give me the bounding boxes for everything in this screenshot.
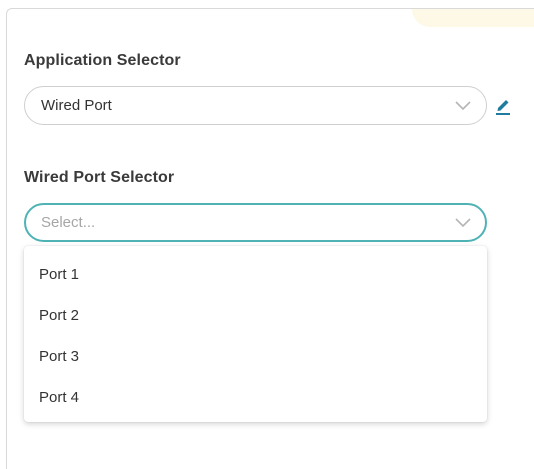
pencil-edit-icon[interactable] — [494, 95, 512, 115]
wired-port-selector[interactable]: Select... — [24, 203, 487, 242]
wired-port-dropdown-menu: Port 1 Port 2 Port 3 Port 4 — [24, 246, 487, 422]
application-selector-label: Application Selector — [24, 52, 181, 69]
dropdown-option-port-3[interactable]: Port 3 — [39, 348, 79, 365]
chevron-down-icon — [455, 101, 471, 111]
dropdown-option-port-4[interactable]: Port 4 — [39, 389, 79, 406]
wired-port-selector-placeholder: Select... — [41, 214, 96, 231]
application-selector-value: Wired Port — [41, 97, 112, 114]
wired-port-selector-label: Wired Port Selector — [24, 169, 175, 186]
dropdown-option-port-1[interactable]: Port 1 — [39, 266, 79, 283]
corner-highlight — [412, 9, 534, 27]
dropdown-option-port-2[interactable]: Port 2 — [39, 307, 79, 324]
application-selector[interactable]: Wired Port — [24, 86, 487, 125]
chevron-down-icon — [455, 218, 471, 228]
